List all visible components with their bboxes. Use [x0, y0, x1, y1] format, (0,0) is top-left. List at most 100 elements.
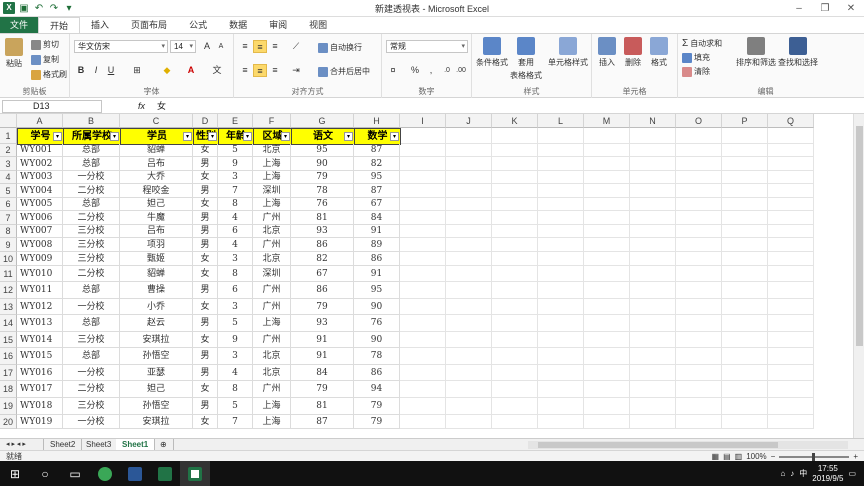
number-format-select[interactable]: 常规 ▾ [386, 40, 468, 53]
row-header[interactable]: 13 [0, 299, 17, 315]
empty-cell[interactable] [722, 184, 768, 198]
table-cell[interactable]: 大乔 [120, 171, 193, 184]
empty-cell[interactable] [538, 348, 584, 365]
empty-cell[interactable] [584, 211, 630, 225]
row-header[interactable]: 12 [0, 282, 17, 299]
format-cells-button[interactable]: 格式 [650, 37, 668, 68]
empty-cell[interactable] [630, 365, 676, 381]
border-icon[interactable]: ⊞ [130, 64, 144, 77]
table-cell[interactable]: 91 [291, 348, 354, 365]
empty-cell[interactable] [722, 198, 768, 211]
empty-cell[interactable] [492, 332, 538, 348]
empty-cell[interactable] [492, 365, 538, 381]
table-cell[interactable]: 86 [291, 238, 354, 252]
table-cell[interactable]: 一分校 [63, 365, 120, 381]
empty-cell[interactable] [538, 128, 584, 144]
table-cell[interactable]: 牛魔 [120, 211, 193, 225]
empty-cell[interactable] [492, 211, 538, 225]
table-cell[interactable]: 男 [193, 365, 218, 381]
comma-button[interactable]: , [424, 64, 438, 77]
table-cell[interactable]: 北京 [253, 348, 291, 365]
table-cell[interactable]: 广州 [253, 238, 291, 252]
column-header[interactable]: I [400, 114, 446, 128]
table-cell[interactable]: 广州 [253, 381, 291, 398]
undo-icon[interactable]: ↶ [33, 3, 45, 14]
column-header[interactable]: H [354, 114, 400, 128]
table-cell[interactable]: WY008 [17, 238, 63, 252]
table-cell[interactable]: 孙悟空 [120, 348, 193, 365]
tab-view[interactable]: 视图 [298, 17, 338, 33]
empty-cell[interactable] [584, 252, 630, 266]
table-cell[interactable]: 90 [354, 332, 400, 348]
row-header[interactable]: 4 [0, 171, 17, 184]
empty-cell[interactable] [630, 398, 676, 415]
table-cell[interactable]: 北京 [253, 365, 291, 381]
table-cell[interactable]: 广州 [253, 211, 291, 225]
table-cell[interactable]: 亚瑟 [120, 365, 193, 381]
autosum-button[interactable]: Σ 自动求和 [682, 38, 722, 49]
empty-cell[interactable] [446, 348, 492, 365]
table-cell[interactable]: 女 [193, 144, 218, 157]
empty-cell[interactable] [584, 299, 630, 315]
table-cell[interactable]: 94 [354, 381, 400, 398]
empty-cell[interactable] [400, 415, 446, 429]
empty-cell[interactable] [676, 398, 722, 415]
scroll-thumb[interactable] [856, 126, 863, 346]
empty-cell[interactable] [676, 211, 722, 225]
empty-cell[interactable] [768, 381, 814, 398]
empty-cell[interactable] [768, 198, 814, 211]
empty-cell[interactable] [584, 171, 630, 184]
table-cell[interactable]: 79 [354, 398, 400, 415]
empty-cell[interactable] [630, 157, 676, 171]
currency-icon[interactable]: ¤ [386, 64, 400, 77]
empty-cell[interactable] [676, 171, 722, 184]
table-cell[interactable]: 吕布 [120, 157, 193, 171]
table-cell[interactable]: 8 [218, 198, 253, 211]
empty-cell[interactable] [538, 225, 584, 238]
empty-cell[interactable] [492, 348, 538, 365]
table-cell[interactable]: 男 [193, 315, 218, 332]
filter-dropdown-icon[interactable]: ▾ [390, 132, 399, 141]
table-cell[interactable]: 5 [218, 144, 253, 157]
empty-cell[interactable] [400, 252, 446, 266]
row-header[interactable]: 19 [0, 398, 17, 415]
empty-cell[interactable] [722, 225, 768, 238]
phonetic-icon[interactable]: 文 [210, 64, 224, 77]
table-cell[interactable]: 7 [218, 184, 253, 198]
empty-cell[interactable] [446, 282, 492, 299]
table-cell[interactable]: 三分校 [63, 332, 120, 348]
empty-cell[interactable] [446, 144, 492, 157]
align-middle-icon[interactable]: ≡ [253, 40, 267, 53]
align-left-icon[interactable]: ≡ [238, 64, 252, 77]
empty-cell[interactable] [722, 299, 768, 315]
empty-cell[interactable] [630, 282, 676, 299]
table-cell[interactable]: 孙悟空 [120, 398, 193, 415]
empty-cell[interactable] [630, 315, 676, 332]
empty-cell[interactable] [630, 211, 676, 225]
table-cell[interactable]: 8 [218, 266, 253, 282]
find-select-button[interactable]: 查找和选择 [778, 37, 818, 68]
table-cell[interactable]: 4 [218, 238, 253, 252]
table-cell[interactable]: 90 [354, 299, 400, 315]
empty-cell[interactable] [722, 381, 768, 398]
empty-cell[interactable] [492, 252, 538, 266]
table-cell[interactable]: 4 [218, 211, 253, 225]
empty-cell[interactable] [584, 198, 630, 211]
empty-cell[interactable] [400, 332, 446, 348]
empty-cell[interactable] [584, 381, 630, 398]
empty-cell[interactable] [584, 225, 630, 238]
table-cell[interactable]: 78 [354, 348, 400, 365]
empty-cell[interactable] [768, 398, 814, 415]
table-cell[interactable]: 安琪拉 [120, 332, 193, 348]
search-icon[interactable]: ○ [30, 461, 60, 486]
row-header[interactable]: 9 [0, 238, 17, 252]
table-cell[interactable]: 上海 [253, 415, 291, 429]
row-header[interactable]: 7 [0, 211, 17, 225]
table-cell[interactable]: 女 [193, 415, 218, 429]
column-header[interactable]: G [291, 114, 354, 128]
restore-icon[interactable]: ❐ [812, 0, 838, 17]
clear-button[interactable]: 清除 [682, 66, 710, 77]
empty-cell[interactable] [446, 252, 492, 266]
table-cell[interactable]: 男 [193, 184, 218, 198]
row-header[interactable]: 6 [0, 198, 17, 211]
